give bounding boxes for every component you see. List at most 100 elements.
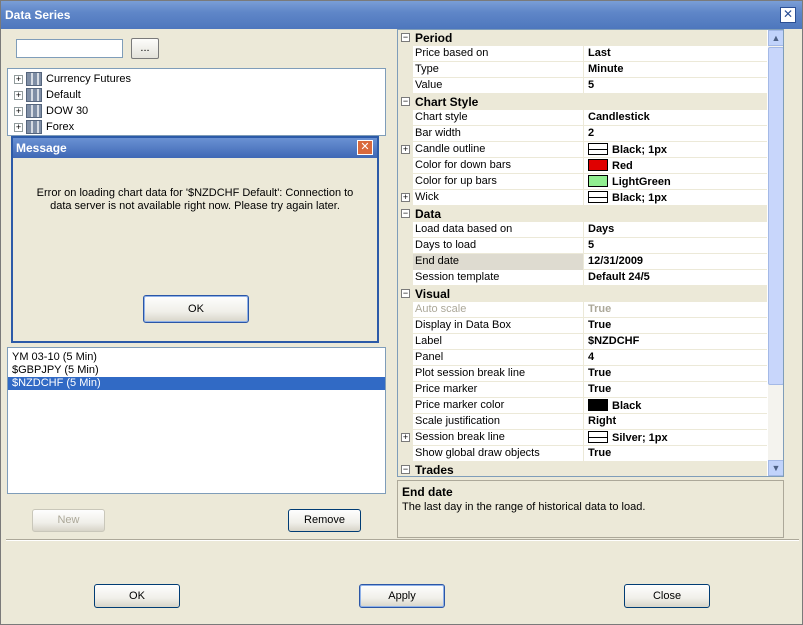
database-icon bbox=[26, 72, 42, 87]
property-row[interactable]: Show global draw objects True bbox=[398, 446, 767, 462]
expand-icon[interactable]: + bbox=[401, 145, 410, 154]
property-value[interactable]: 5 bbox=[583, 238, 767, 254]
property-value[interactable]: True bbox=[583, 446, 767, 462]
tree-item[interactable]: + Currency Futures bbox=[14, 71, 131, 87]
property-name: Panel bbox=[415, 351, 444, 363]
description-text: The last day in the range of historical … bbox=[402, 501, 646, 513]
property-value[interactable]: 12/31/2009 bbox=[583, 254, 767, 270]
color-swatch bbox=[588, 159, 608, 171]
collapse-icon[interactable]: − bbox=[401, 209, 410, 218]
property-value[interactable]: True bbox=[583, 318, 767, 334]
property-value[interactable]: Candlestick bbox=[583, 110, 767, 126]
property-row[interactable]: Color for up bars LightGreen bbox=[398, 174, 767, 190]
property-row[interactable]: Price marker color Black bbox=[398, 398, 767, 414]
property-value[interactable]: True bbox=[583, 302, 767, 318]
property-row[interactable]: Price marker True bbox=[398, 382, 767, 398]
list-item[interactable]: YM 03-10 (5 Min) bbox=[8, 351, 385, 364]
property-category[interactable]: − Data bbox=[398, 206, 767, 222]
tree-item[interactable]: + Default bbox=[14, 87, 81, 103]
property-value[interactable]: Red bbox=[583, 158, 767, 174]
property-name: Chart style bbox=[415, 111, 468, 123]
property-row[interactable]: Plot session break line True bbox=[398, 366, 767, 382]
property-value[interactable]: Black; 1px bbox=[583, 142, 767, 158]
property-row[interactable]: + Wick Black; 1px bbox=[398, 190, 767, 206]
property-value[interactable]: 5 bbox=[583, 78, 767, 94]
property-value[interactable]: Default 24/5 bbox=[583, 270, 767, 286]
row-gutter bbox=[398, 398, 413, 414]
collapse-icon[interactable]: − bbox=[401, 289, 410, 298]
property-value-text: 2 bbox=[588, 127, 595, 139]
property-value[interactable]: Black; 1px bbox=[583, 190, 767, 206]
vertical-scrollbar[interactable]: ▲ ▼ bbox=[768, 30, 783, 476]
list-item-selected[interactable]: $NZDCHF (5 Min) bbox=[8, 377, 385, 390]
new-button[interactable]: New bbox=[32, 509, 105, 532]
property-value[interactable]: True bbox=[583, 366, 767, 382]
search-input[interactable] bbox=[16, 39, 123, 58]
property-value[interactable]: Last bbox=[583, 46, 767, 62]
property-category[interactable]: − Visual bbox=[398, 286, 767, 302]
expand-icon[interactable]: + bbox=[14, 90, 23, 100]
property-value[interactable]: Black bbox=[583, 398, 767, 414]
row-gutter bbox=[398, 254, 413, 270]
scroll-up-icon[interactable]: ▲ bbox=[768, 30, 783, 46]
property-row[interactable]: + Candle outline Black; 1px bbox=[398, 142, 767, 158]
property-row[interactable]: Load data based on Days bbox=[398, 222, 767, 238]
database-icon bbox=[26, 88, 42, 103]
property-row[interactable]: Price based on Last bbox=[398, 46, 767, 62]
window-title: Data Series bbox=[5, 8, 71, 22]
close-button[interactable]: Close bbox=[624, 584, 710, 608]
property-row[interactable]: Days to load 5 bbox=[398, 238, 767, 254]
expand-icon[interactable]: + bbox=[401, 433, 410, 442]
property-row[interactable]: Display in Data Box True bbox=[398, 318, 767, 334]
property-row[interactable]: Value 5 bbox=[398, 78, 767, 94]
property-row[interactable]: Scale justification Right bbox=[398, 414, 767, 430]
expand-icon[interactable]: + bbox=[14, 106, 23, 116]
collapse-icon[interactable]: − bbox=[401, 465, 410, 474]
collapse-icon[interactable]: − bbox=[401, 97, 410, 106]
property-row[interactable]: Label $NZDCHF bbox=[398, 334, 767, 350]
property-value[interactable]: Silver; 1px bbox=[583, 430, 767, 446]
property-value-text: True bbox=[588, 319, 612, 331]
ok-button[interactable]: OK bbox=[94, 584, 180, 608]
property-value[interactable]: 4 bbox=[583, 350, 767, 366]
property-row[interactable]: Color for down bars Red bbox=[398, 158, 767, 174]
property-row[interactable]: Type Minute bbox=[398, 62, 767, 78]
expand-icon[interactable]: + bbox=[401, 193, 410, 202]
browse-button[interactable]: ... bbox=[131, 38, 159, 59]
remove-button[interactable]: Remove bbox=[288, 509, 361, 532]
message-ok-button[interactable]: OK bbox=[143, 295, 249, 323]
collapse-icon[interactable]: − bbox=[401, 33, 410, 42]
tree-item[interactable]: + DOW 30 bbox=[14, 103, 88, 119]
property-row[interactable]: + Session break line Silver; 1px bbox=[398, 430, 767, 446]
close-icon[interactable]: ✕ bbox=[357, 140, 373, 155]
list-item[interactable]: $GBPJPY (5 Min) bbox=[8, 364, 385, 377]
tree-item[interactable]: + Forex bbox=[14, 119, 74, 135]
scroll-thumb[interactable] bbox=[768, 47, 783, 385]
expand-icon[interactable]: + bbox=[14, 74, 23, 84]
property-category[interactable]: − Period bbox=[398, 30, 767, 46]
property-value[interactable]: $NZDCHF bbox=[583, 334, 767, 350]
property-row[interactable]: Panel 4 bbox=[398, 350, 767, 366]
property-row[interactable]: Bar width 2 bbox=[398, 126, 767, 142]
property-category[interactable]: − Trades bbox=[398, 462, 767, 476]
apply-button[interactable]: Apply bbox=[359, 584, 445, 608]
property-category[interactable]: − Chart Style bbox=[398, 94, 767, 110]
property-row[interactable]: Session template Default 24/5 bbox=[398, 270, 767, 286]
expand-icon[interactable]: + bbox=[14, 122, 23, 132]
message-title-bar[interactable]: Message ✕ bbox=[13, 138, 377, 158]
property-name: Days to load bbox=[415, 239, 477, 251]
row-gutter bbox=[398, 350, 413, 366]
property-row[interactable]: Auto scale True bbox=[398, 302, 767, 318]
scroll-down-icon[interactable]: ▼ bbox=[768, 460, 783, 476]
property-value[interactable]: Days bbox=[583, 222, 767, 238]
property-value[interactable]: 2 bbox=[583, 126, 767, 142]
property-value[interactable]: Minute bbox=[583, 62, 767, 78]
title-bar[interactable]: Data Series ✕ bbox=[1, 1, 802, 29]
property-value[interactable]: LightGreen bbox=[583, 174, 767, 190]
property-value[interactable]: Right bbox=[583, 414, 767, 430]
property-row[interactable]: Chart style Candlestick bbox=[398, 110, 767, 126]
property-value[interactable]: True bbox=[583, 382, 767, 398]
property-value-text: 12/31/2009 bbox=[588, 255, 644, 267]
close-icon[interactable]: ✕ bbox=[780, 7, 796, 23]
property-row[interactable]: End date 12/31/2009 bbox=[398, 254, 767, 270]
